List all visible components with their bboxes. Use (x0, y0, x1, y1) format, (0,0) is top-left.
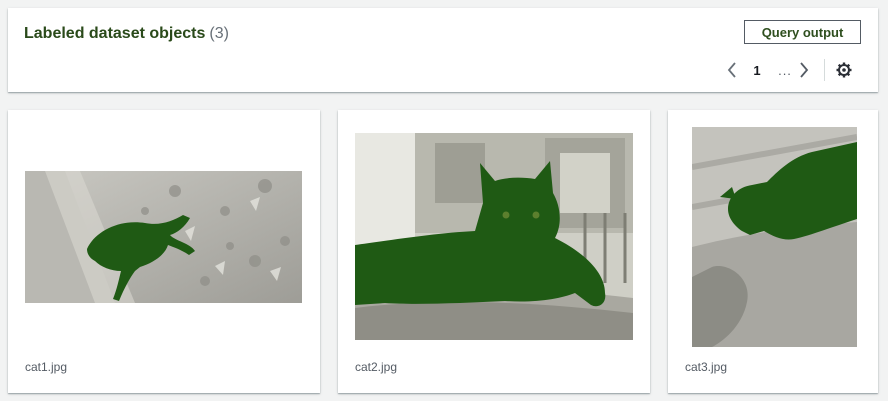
title-text: Labeled dataset objects (24, 25, 206, 42)
dataset-object-card[interactable]: cat3.jpg (668, 110, 878, 393)
chevron-right-icon[interactable] (796, 60, 812, 80)
page-number-current[interactable]: 1 (740, 63, 774, 78)
filename: cat2.jpg (355, 360, 398, 374)
pagination: 1 ... (724, 59, 853, 81)
divider (824, 59, 825, 81)
gear-icon[interactable] (835, 61, 853, 79)
image-thumbnail[interactable] (355, 133, 633, 340)
pagination-ellipsis: ... (778, 62, 792, 78)
filename: cat1.jpg (25, 360, 68, 374)
filename: cat3.jpg (685, 360, 728, 374)
page-title: Labeled dataset objects (3) (24, 25, 229, 43)
query-output-button[interactable]: Query output (744, 20, 861, 44)
object-count: (3) (209, 25, 229, 42)
image-thumbnail[interactable] (692, 127, 857, 347)
image-thumbnail[interactable] (25, 171, 302, 303)
chevron-left-icon[interactable] (724, 60, 740, 80)
dataset-object-card[interactable]: cat2.jpg (338, 110, 650, 393)
dataset-header: Labeled dataset objects (3) Query output … (8, 8, 878, 92)
dataset-object-card[interactable]: cat1.jpg (8, 110, 320, 393)
